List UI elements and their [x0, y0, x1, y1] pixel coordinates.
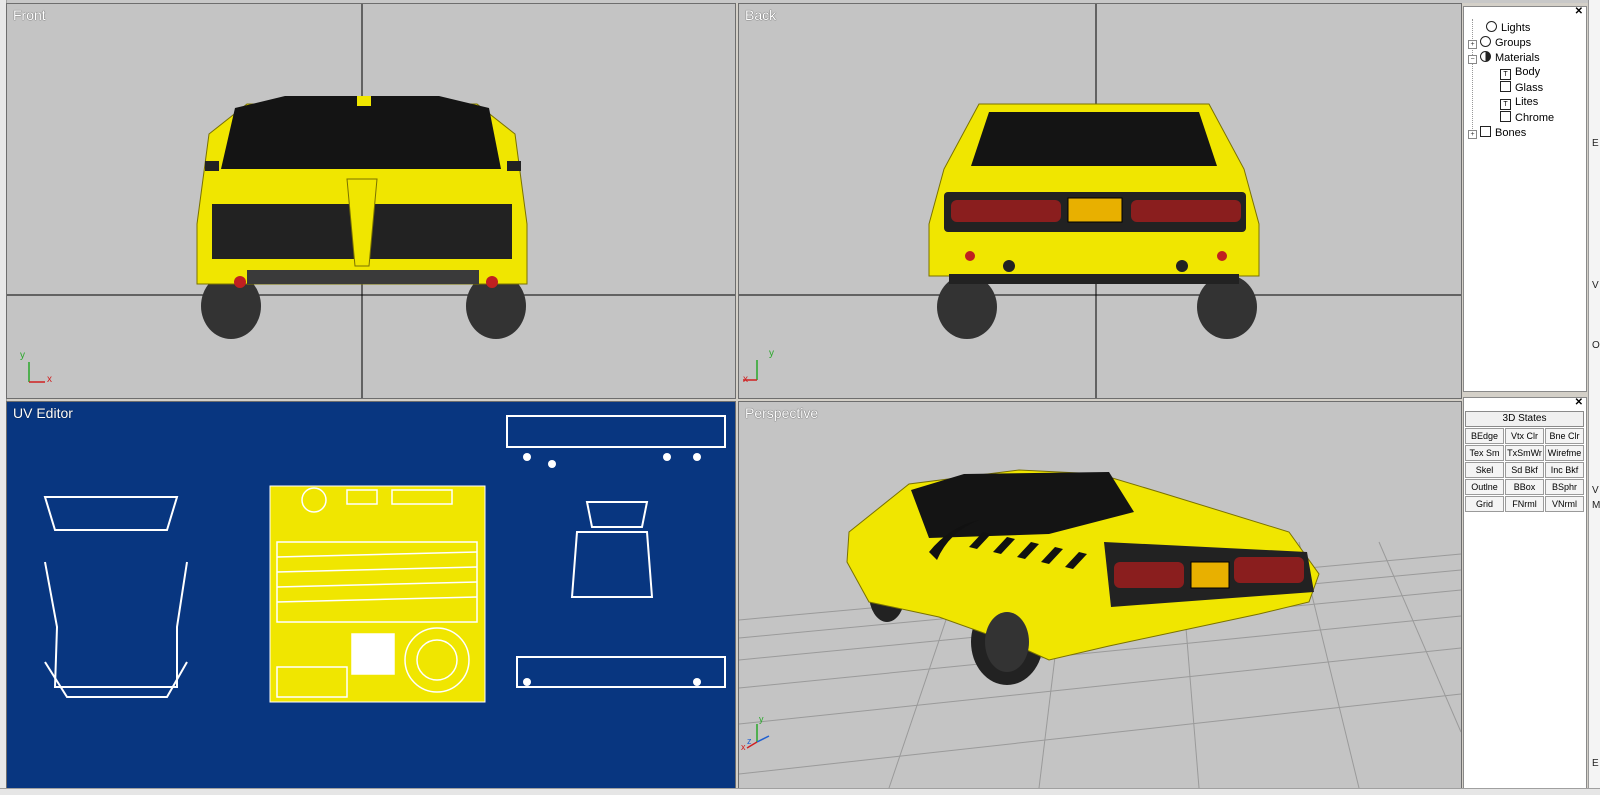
axis-x-label: x [47, 374, 52, 385]
tree-item-label: Materials [1495, 52, 1540, 64]
back-viewport-canvas [739, 4, 1461, 398]
front-viewport-canvas [7, 4, 735, 398]
state-button-vnrml[interactable]: VNrml [1545, 496, 1584, 512]
close-icon[interactable]: ✕ [1575, 6, 1583, 17]
axis-x-label: x [741, 742, 746, 752]
expand-icon[interactable]: + [1468, 130, 1477, 139]
tree-item-body[interactable]: T Body [1500, 66, 1540, 80]
scene-tree-panel[interactable]: ✕ Lights + Groups − Materials T Body Glass … [1463, 6, 1587, 392]
state-button-bne-clr[interactable]: Bne Clr [1545, 428, 1584, 444]
state-button-wirefme[interactable]: Wirefme [1545, 445, 1584, 461]
state-button-bbox[interactable]: BBox [1505, 479, 1544, 495]
axis-gizmo-front [28, 362, 45, 383]
collapse-icon[interactable]: − [1468, 55, 1477, 64]
bone-icon [1480, 126, 1491, 137]
uv-editor-canvas [43, 415, 726, 703]
edge-letter: M [1592, 500, 1600, 511]
car-back-view [928, 103, 1260, 339]
tree-item-bones[interactable]: + Bones [1468, 126, 1526, 139]
right-edge-strip: E V O V M E [1588, 0, 1600, 788]
edge-letter: O [1592, 340, 1600, 351]
back-viewport[interactable]: Back y x [738, 3, 1462, 399]
front-viewport[interactable]: Front y x [6, 3, 736, 399]
state-button-txsmwr[interactable]: TxSmWr [1505, 445, 1544, 461]
cylinder-icon [1480, 36, 1491, 47]
edge-letter: E [1592, 758, 1599, 769]
states-panel-title[interactable]: 3D States [1465, 411, 1584, 427]
tree-item-label: Body [1515, 66, 1541, 78]
tree-item-glass[interactable]: Glass [1500, 81, 1543, 94]
tree-item-label: Lites [1515, 96, 1539, 108]
state-button-bsphr[interactable]: BSphr [1545, 479, 1584, 495]
front-viewport-label: Front [13, 7, 46, 23]
close-icon[interactable]: ✕ [1575, 397, 1583, 408]
tree-item-lites[interactable]: T Lites [1500, 96, 1538, 110]
back-viewport-label: Back [745, 7, 777, 23]
edge-letter: V [1592, 485, 1599, 496]
tree-item-label: Bones [1495, 127, 1527, 139]
texture-icon: T [1500, 99, 1511, 110]
state-button-bedge[interactable]: BEdge [1465, 428, 1504, 444]
perspective-viewport-label: Perspective [745, 405, 819, 421]
state-button-outlne[interactable]: Outlne [1465, 479, 1504, 495]
axis-y-label: y [20, 350, 25, 361]
tree-item-label: Groups [1495, 37, 1532, 49]
axis-x-label: x [743, 374, 748, 385]
edge-letter: V [1592, 280, 1599, 291]
state-button-skel[interactable]: Skel [1465, 462, 1504, 478]
state-button-tex-sm[interactable]: Tex Sm [1465, 445, 1504, 461]
tree-item-label: Chrome [1515, 112, 1555, 124]
material-icon [1500, 111, 1511, 122]
axis-y-label: y [759, 714, 764, 724]
axis-y-label: y [769, 348, 774, 359]
sphere-icon [1480, 51, 1491, 62]
perspective-viewport[interactable]: Perspective y z x [738, 401, 1462, 789]
state-button-fnrml[interactable]: FNrml [1505, 496, 1544, 512]
state-button-sd-bkf[interactable]: Sd Bkf [1505, 462, 1544, 478]
state-button-inc-bkf[interactable]: Inc Bkf [1545, 462, 1584, 478]
state-button-vtx-clr[interactable]: Vtx Clr [1505, 428, 1544, 444]
state-button-grid[interactable]: Grid [1465, 496, 1504, 512]
tree-item-chrome[interactable]: Chrome [1500, 111, 1554, 124]
perspective-viewport-canvas [739, 469, 1461, 788]
texture-icon: T [1500, 69, 1511, 80]
uv-editor-label: UV Editor [13, 405, 73, 421]
tree-item-groups[interactable]: + Groups [1468, 36, 1531, 49]
uv-editor-viewport[interactable]: UV Editor [6, 401, 736, 789]
edge-letter: E [1592, 138, 1599, 149]
tree-item-label: Lights [1501, 22, 1531, 34]
car-perspective-view [846, 469, 1320, 685]
expand-icon[interactable]: + [1468, 40, 1477, 49]
uv-small-islands [523, 453, 701, 686]
material-icon [1500, 81, 1511, 92]
tree-item-materials[interactable]: − Materials [1468, 51, 1540, 64]
tree-item-label: Glass [1515, 82, 1544, 94]
bulb-icon [1486, 21, 1497, 32]
tree-item-lights[interactable]: Lights [1486, 21, 1530, 34]
axis-z-label: z [747, 736, 752, 746]
